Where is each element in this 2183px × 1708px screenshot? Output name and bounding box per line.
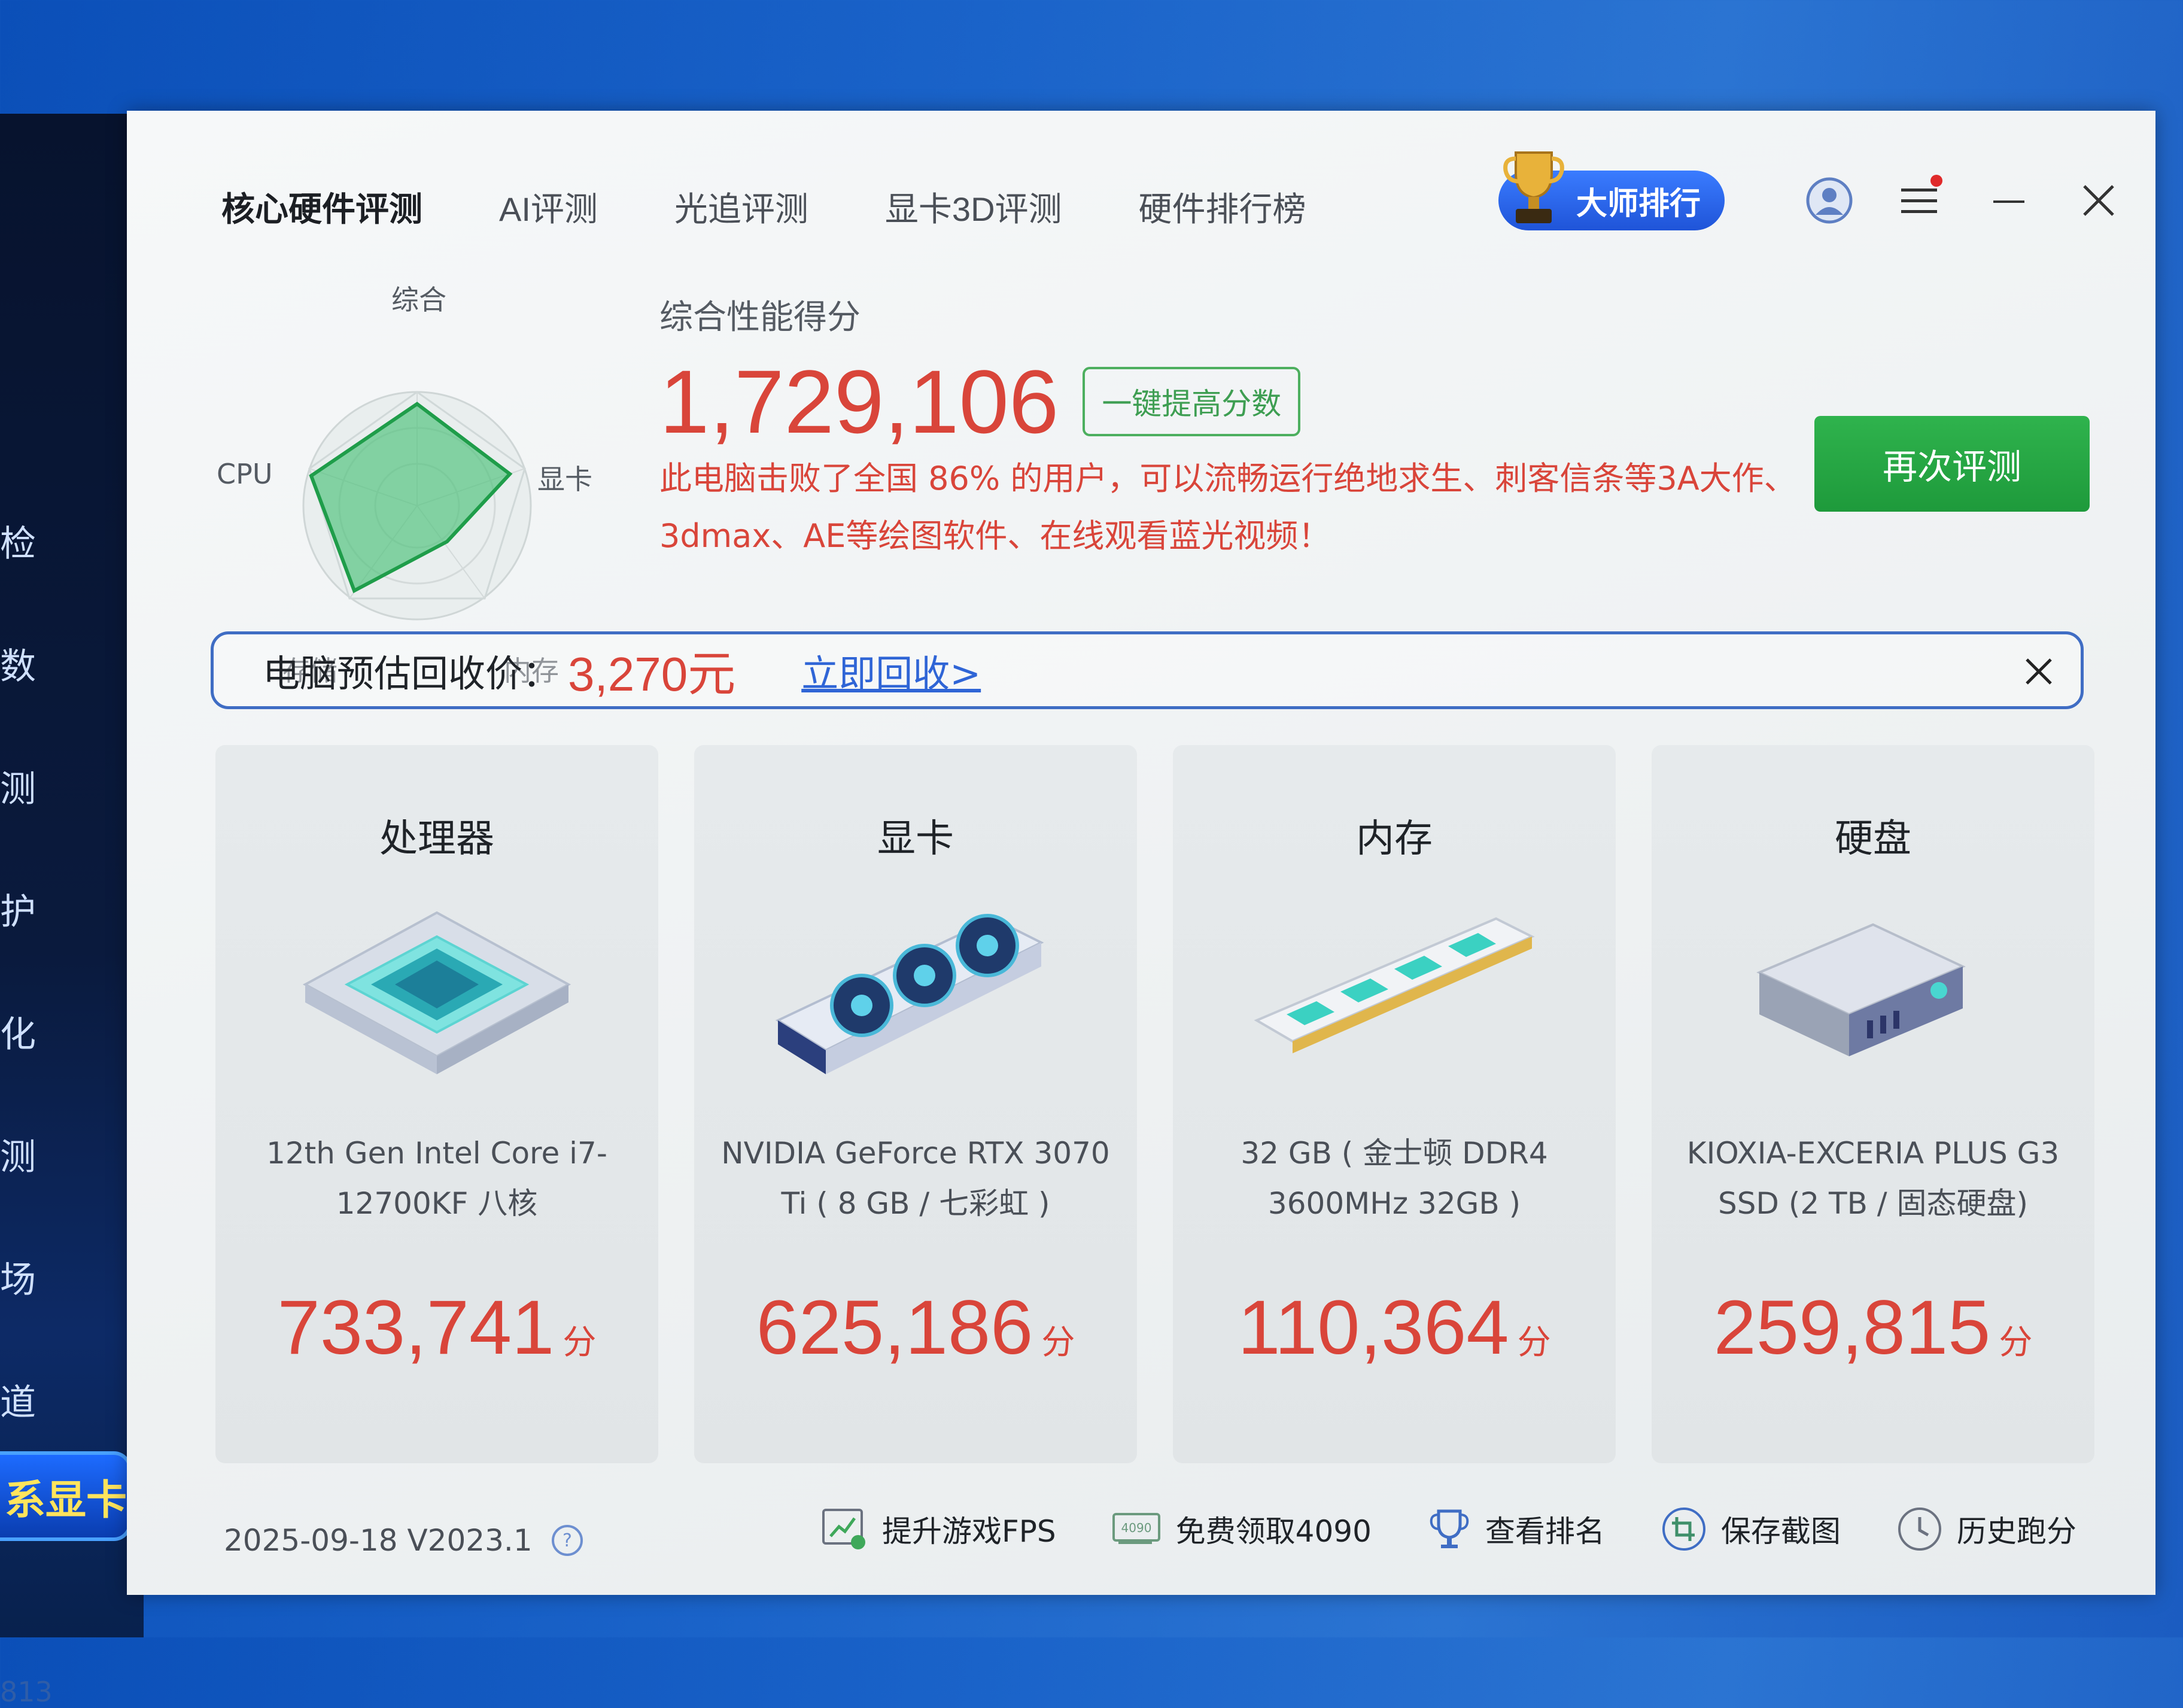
free-4090-button[interactable]: 4090 免费领取4090 — [1111, 1508, 1372, 1551]
close-window-button[interactable] — [2072, 174, 2126, 227]
view-ranking-button[interactable]: 查看排名 — [1427, 1506, 1605, 1552]
recycle-price-value: 3,270元 — [568, 648, 736, 701]
background-app-sidebar: 检 数 测 护 化 测 场 道 系显卡 813 — [0, 114, 144, 1708]
close-recycle-bar-icon[interactable] — [2021, 654, 2057, 689]
score-description: 此电脑击败了全国 86% 的用户，可以流畅运行绝地求生、刺客信条等3A大作、3d… — [659, 460, 1796, 555]
card-score-value: 625,186 — [756, 1285, 1033, 1370]
boost-fps-button[interactable]: 提升游戏FPS — [821, 1506, 1056, 1552]
radar-label-cpu: CPU — [217, 458, 273, 490]
main-menu-button[interactable] — [1892, 174, 1946, 227]
card-device-name: 32 GB ( 金士顿 DDR4 3600MHz 32GB ) — [1241, 1136, 1548, 1221]
crop-icon — [1662, 1508, 1705, 1551]
notification-dot — [1930, 175, 1942, 187]
bg-sidebar-item: 护 — [0, 891, 36, 933]
card-cpu[interactable]: 处理器 12th Gen Intel Core i7-12700KF 八核 73… — [215, 745, 658, 1463]
boost-fps-label: 提升游戏FPS — [882, 1514, 1056, 1549]
master-rank-button[interactable]: 大师排行 — [1498, 151, 1725, 230]
clock-icon — [1898, 1508, 1941, 1551]
footer-actions: 提升游戏FPS 4090 免费领取4090 查看排名 保存截图 历史跑分 — [821, 1505, 2132, 1553]
trophy-icon — [1503, 151, 1564, 223]
card-device-name: 12th Gen Intel Core i7-12700KF 八核 — [266, 1136, 607, 1221]
tab-ai[interactable]: AI评测 — [499, 183, 598, 231]
card-device-name: KIOXIA-EXCERIA PLUS G3 SSD (2 TB / 固态硬盘) — [1686, 1136, 2060, 1221]
master-rank-label: 大师排行 — [1576, 186, 1701, 222]
view-ranking-label: 查看排名 — [1485, 1514, 1605, 1549]
minimize-button[interactable] — [1982, 174, 2036, 227]
card-title: 处理器 — [379, 817, 494, 861]
bg-version-fragment: 813 — [0, 1676, 53, 1708]
tab-bar: 核心硬件评测 AI评测 光追评测 显卡3D评测 硬件排行榜 — [221, 183, 1383, 231]
card-score-unit: 分 — [563, 1323, 597, 1362]
recycle-price-label: 电脑预估回收价： — [263, 652, 560, 695]
bg-gpu-badge: 系显卡 — [0, 1451, 132, 1541]
recycle-price-bar: 电脑预估回收价： 3,270元 立即回收> — [211, 631, 2084, 709]
card-score-unit: 分 — [1517, 1323, 1551, 1362]
card-title: 硬盘 — [1835, 817, 1911, 861]
history-scores-label: 历史跑分 — [1956, 1514, 2076, 1549]
card-memory[interactable]: 内存 32 GB ( 金士顿 DDR4 3600MHz 32GB ) 110,3… — [1173, 745, 1616, 1463]
retest-button[interactable]: 再次评测 — [1814, 416, 2090, 512]
footer-version: 2025-09-18 V2023.1 ? — [224, 1523, 584, 1558]
minimize-icon — [1993, 200, 2024, 203]
tab-raytracing[interactable]: 光追评测 — [674, 183, 808, 231]
card-score: 625,186 分 — [694, 1284, 1137, 1372]
window-controls: 大师排行 — [1498, 151, 2126, 230]
card-score-unit: 分 — [1999, 1323, 2033, 1362]
bg-sidebar-item: 测 — [0, 1136, 36, 1178]
card-score-value: 733,741 — [277, 1285, 555, 1370]
overall-score-label: 综合性能得分 — [659, 298, 861, 337]
boost-score-button[interactable]: 一键提高分数 — [1083, 367, 1301, 436]
card-title: 显卡 — [877, 817, 954, 861]
card-storage[interactable]: 硬盘 KIOXIA-EXCERIA PLUS G3 SSD (2 TB / 固态… — [1652, 745, 2094, 1463]
svg-text:4090: 4090 — [1121, 1521, 1151, 1535]
overall-score-value: 1,729,106 — [659, 351, 1059, 452]
benchmark-window: 核心硬件评测 AI评测 光追评测 显卡3D评测 硬件排行榜 大师排行 综合 CP… — [127, 111, 2155, 1595]
history-scores-button[interactable]: 历史跑分 — [1896, 1505, 2076, 1553]
bg-sidebar-item: 化 — [0, 1014, 36, 1056]
memory-module-icon — [1254, 917, 1535, 1053]
bg-sidebar-item: 数 — [0, 646, 36, 688]
hard-drive-icon — [1756, 923, 1966, 1056]
free-4090-label: 免费领取4090 — [1175, 1514, 1372, 1549]
card-title: 内存 — [1356, 817, 1433, 861]
gpu-card-icon: 4090 — [1112, 1513, 1160, 1544]
bg-sidebar-item: 道 — [0, 1382, 36, 1424]
card-score: 259,815 分 — [1652, 1284, 2094, 1372]
date-version-text: 2025-09-18 V2023.1 — [224, 1523, 533, 1558]
card-score-value: 259,815 — [1713, 1285, 1991, 1370]
cpu-chip-icon — [302, 911, 571, 1074]
fps-boost-icon — [822, 1509, 865, 1549]
bg-sidebar-item: 检 — [0, 523, 36, 565]
save-screenshot-label: 保存截图 — [1720, 1514, 1841, 1549]
trophy-icon — [1430, 1509, 1469, 1548]
menu-icon — [1901, 189, 1937, 213]
card-score-value: 110,364 — [1238, 1285, 1509, 1370]
card-score: 733,741 分 — [215, 1284, 658, 1372]
help-icon[interactable]: ? — [551, 1524, 584, 1557]
tab-core-hardware[interactable]: 核心硬件评测 — [221, 183, 422, 231]
svg-text:?: ? — [563, 1530, 572, 1551]
card-score: 110,364 分 — [1173, 1284, 1616, 1372]
close-icon — [2083, 185, 2114, 216]
radar-label-gpu: 显卡 — [537, 463, 592, 496]
overall-score-section: 综合性能得分 1,729,106 一键提高分数 此电脑击败了全国 86% 的用户… — [659, 290, 1826, 565]
card-device-name: NVIDIA GeForce RTX 3070 Ti ( 8 GB / 七彩虹 … — [721, 1136, 1110, 1221]
save-screenshot-button[interactable]: 保存截图 — [1660, 1505, 1841, 1553]
tab-gpu-3d[interactable]: 显卡3D评测 — [885, 183, 1062, 231]
component-cards: 处理器 12th Gen Intel Core i7-12700KF 八核 73… — [215, 745, 2094, 1463]
bg-sidebar-item: 测 — [0, 768, 36, 810]
tab-hardware-ranking[interactable]: 硬件排行榜 — [1139, 183, 1306, 231]
card-gpu[interactable]: 显卡 NVIDIA GeForce RTX 3070 Ti ( 8 GB / 七… — [694, 745, 1137, 1463]
graphics-card-icon — [775, 914, 1044, 1074]
card-score-unit: 分 — [1041, 1323, 1075, 1362]
user-account-button[interactable] — [1802, 174, 1856, 227]
recycle-now-link[interactable]: 立即回收> — [801, 643, 981, 697]
bg-sidebar-item: 场 — [0, 1259, 36, 1301]
user-avatar-icon — [1806, 177, 1853, 224]
radar-label-overall: 综合 — [391, 284, 446, 316]
